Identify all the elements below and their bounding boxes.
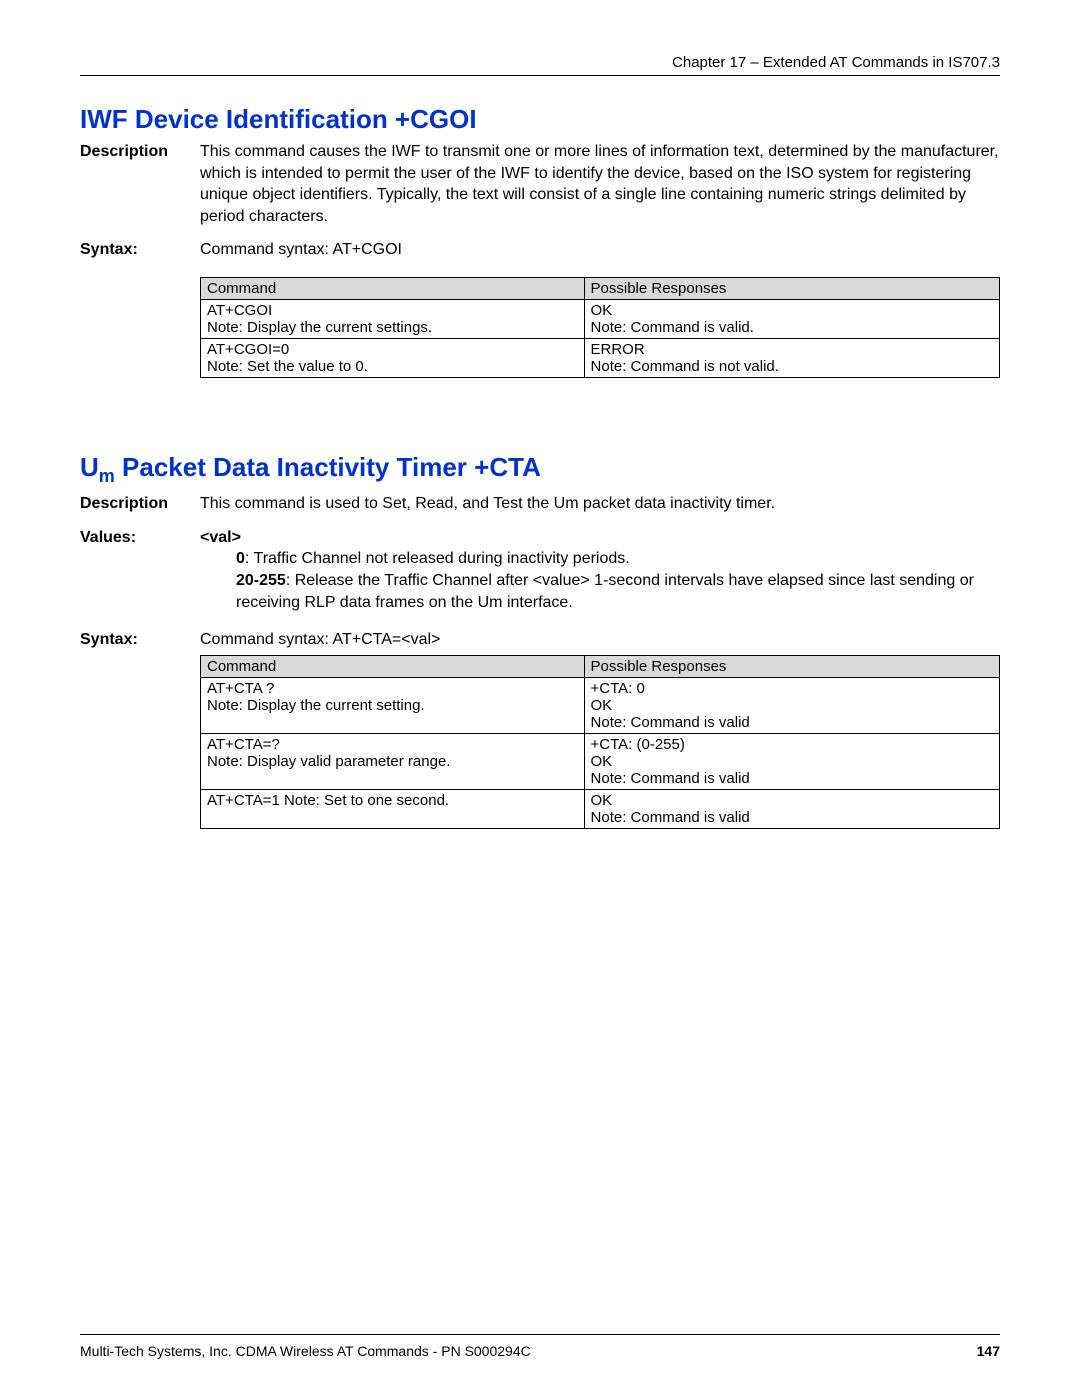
title-sub: m	[99, 466, 115, 486]
desc-text: This command is used to Set, Read, and T…	[200, 493, 1000, 515]
values-body: <val> 0: Traffic Channel not released du…	[200, 527, 1000, 613]
td: OKNote: Command is valid.	[584, 299, 999, 338]
td: AT+CGOI=0Note: Set the value to 0.	[201, 338, 585, 377]
td: +CTA: 0OKNote: Command is valid	[584, 677, 999, 733]
chapter-header: Chapter 17 – Extended AT Commands in IS7…	[80, 54, 1000, 75]
table-cta: Command Possible Responses AT+CTA ?Note:…	[200, 655, 1000, 829]
content: IWF Device Identification +CGOI Descript…	[80, 76, 1000, 829]
td: ERRORNote: Command is not valid.	[584, 338, 999, 377]
section-title-cta: Um Packet Data Inactivity Timer +CTA	[80, 452, 1000, 487]
desc-row-cta: Description This command is used to Set,…	[80, 493, 1000, 515]
v1-bold: 20-255	[236, 572, 286, 589]
page: Chapter 17 – Extended AT Commands in IS7…	[0, 0, 1080, 1397]
title-post: Packet Data Inactivity Timer +CTA	[115, 452, 541, 482]
td: +CTA: (0-255)OKNote: Command is valid	[584, 733, 999, 789]
desc-text: This command causes the IWF to transmit …	[200, 141, 1000, 227]
table-row: AT+CGOINote: Display the current setting…	[201, 299, 1000, 338]
syntax-row-cgoi: Syntax: Command syntax: AT+CGOI	[80, 239, 1000, 261]
v0-text: : Traffic Channel not released during in…	[245, 550, 630, 567]
desc-label: Description	[80, 493, 200, 515]
desc-label: Description	[80, 141, 200, 227]
syntax-text: Command syntax: AT+CGOI	[200, 239, 1000, 261]
values-row-cta: Values: <val> 0: Traffic Channel not rel…	[80, 527, 1000, 613]
table-header-row: Command Possible Responses	[201, 655, 1000, 677]
syntax-label: Syntax:	[80, 629, 200, 651]
table-row: AT+CTA=1 Note: Set to one second. OKNote…	[201, 789, 1000, 828]
syntax-text: Command syntax: AT+CTA=<val>	[200, 629, 1000, 651]
td: AT+CTA ?Note: Display the current settin…	[201, 677, 585, 733]
th-command: Command	[201, 277, 585, 299]
page-number: 147	[977, 1343, 1000, 1359]
td: AT+CTA=1 Note: Set to one second.	[201, 789, 585, 828]
section-title-cgoi: IWF Device Identification +CGOI	[80, 104, 1000, 135]
v1-text: : Release the Traffic Channel after <val…	[236, 572, 974, 611]
syntax-label: Syntax:	[80, 239, 200, 261]
table-row: AT+CTA ?Note: Display the current settin…	[201, 677, 1000, 733]
syntax-row-cta: Syntax: Command syntax: AT+CTA=<val>	[80, 629, 1000, 651]
title-pre: U	[80, 452, 99, 482]
th-command: Command	[201, 655, 585, 677]
td: AT+CGOINote: Display the current setting…	[201, 299, 585, 338]
th-responses: Possible Responses	[584, 655, 999, 677]
values-label: Values:	[80, 527, 200, 613]
td: AT+CTA=?Note: Display valid parameter ra…	[201, 733, 585, 789]
table-header-row: Command Possible Responses	[201, 277, 1000, 299]
table-row: AT+CTA=?Note: Display valid parameter ra…	[201, 733, 1000, 789]
td: OKNote: Command is valid	[584, 789, 999, 828]
value-line-0: 0: Traffic Channel not released during i…	[200, 548, 1000, 570]
table-cgoi-wrap: Command Possible Responses AT+CGOINote: …	[200, 277, 1000, 378]
desc-row-cgoi: Description This command causes the IWF …	[80, 141, 1000, 227]
v0-bold: 0	[236, 550, 245, 567]
table-cta-wrap: Command Possible Responses AT+CTA ?Note:…	[200, 655, 1000, 829]
table-row: AT+CGOI=0Note: Set the value to 0. ERROR…	[201, 338, 1000, 377]
table-cgoi: Command Possible Responses AT+CGOINote: …	[200, 277, 1000, 378]
value-line-1: 20-255: Release the Traffic Channel afte…	[200, 570, 1000, 613]
values-header: <val>	[200, 527, 1000, 549]
footer: Multi-Tech Systems, Inc. CDMA Wireless A…	[80, 1334, 1000, 1359]
footer-text: Multi-Tech Systems, Inc. CDMA Wireless A…	[80, 1343, 531, 1359]
th-responses: Possible Responses	[584, 277, 999, 299]
